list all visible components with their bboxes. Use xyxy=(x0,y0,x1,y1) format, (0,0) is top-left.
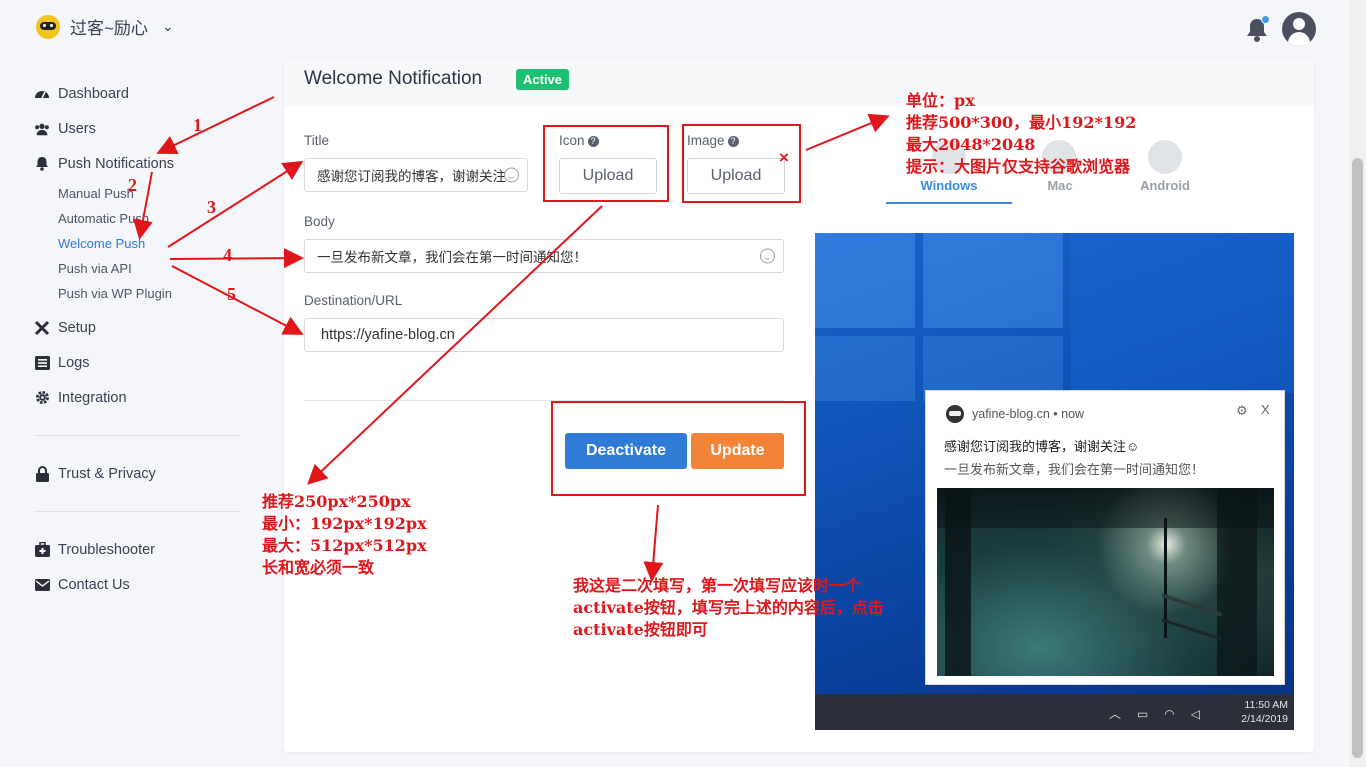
notification-title: 感谢您订阅我的博客，谢谢关注☺ xyxy=(944,439,1140,454)
brand-switcher[interactable]: 过客~励心 ⌄ xyxy=(36,14,174,39)
title-label: Title xyxy=(304,133,330,148)
status-badge: Active xyxy=(516,69,570,90)
tab-windows[interactable]: Windows xyxy=(886,178,1012,193)
brand-logo-icon xyxy=(36,14,60,39)
scrollbar-thumb[interactable] xyxy=(1352,158,1363,758)
sidebar-item-push-notifications[interactable]: Push Notifications xyxy=(34,146,244,181)
annotation-number: 1 xyxy=(193,115,202,135)
sidebar-item-trust-privacy[interactable]: Trust & Privacy xyxy=(34,456,244,491)
sidebar-divider xyxy=(34,511,240,512)
emoji-icon[interactable] xyxy=(504,167,519,183)
icon-highlight-box xyxy=(543,125,669,202)
list-icon xyxy=(34,355,50,371)
sidebar-item-label: Integration xyxy=(58,389,127,406)
taskbar-clock: 11:50 AM 2/14/2019 xyxy=(1241,699,1288,725)
notification-body: 一旦发布新文章，我们会在第一时间通知您！ xyxy=(944,462,1205,477)
title-field[interactable]: 感谢您订阅我的博客，谢谢关注 xyxy=(304,158,528,192)
sidebar-item-users[interactable]: Users xyxy=(34,111,244,146)
url-label: Destination/URL xyxy=(304,293,403,308)
sidebar-item-dashboard[interactable]: Dashboard xyxy=(34,76,244,111)
icon-size-note: 推荐250px*250px 最小：192px*192px 最大：512px*51… xyxy=(262,492,427,577)
annotation-number: 2 xyxy=(128,175,137,195)
brand-name: 过客~励心 xyxy=(70,19,148,38)
image-size-note: 单位：px 推荐500*300，最小192*192 最大2048*2048 提示… xyxy=(906,91,1137,176)
user-avatar[interactable] xyxy=(1282,12,1316,46)
tab-android[interactable]: Android xyxy=(1114,178,1216,193)
sidebar-item-integration[interactable]: Integration xyxy=(34,380,244,415)
sidebar-sub-item-welcome-push[interactable]: Welcome Push xyxy=(34,231,244,256)
page-title: Welcome Notification xyxy=(304,68,483,89)
image-highlight-box xyxy=(682,124,801,203)
android-icon xyxy=(1148,140,1182,174)
title-field-value: 感谢您订阅我的博客，谢谢关注 xyxy=(317,169,506,184)
annotation-number: 3 xyxy=(207,197,216,217)
tab-mac[interactable]: Mac xyxy=(1012,178,1108,193)
wrench-icon xyxy=(34,320,50,336)
notification-dot xyxy=(1261,15,1270,24)
sidebar: Dashboard Users Push Notifications Manua… xyxy=(34,76,244,602)
notification-preview: yafine-blog.cn • now ⚙ X 感谢您订阅我的博客，谢谢关注☺… xyxy=(925,390,1285,685)
body-field-value: 一旦发布新文章，我们会在第一时间通知您！ xyxy=(317,250,587,265)
envelope-icon xyxy=(34,577,50,593)
bell-icon xyxy=(34,156,50,172)
users-icon xyxy=(34,121,50,137)
url-field[interactable]: https://yafine-blog.cn xyxy=(304,318,784,352)
site-logo-icon xyxy=(946,405,964,423)
notification-site: yafine-blog.cn • now xyxy=(972,407,1085,421)
body-label: Body xyxy=(304,214,335,229)
body-field[interactable]: 一旦发布新文章，我们会在第一时间通知您！ xyxy=(304,239,784,273)
buttons-highlight-box xyxy=(551,401,806,496)
sidebar-item-label: Users xyxy=(58,120,96,137)
notification-bell-icon[interactable] xyxy=(1244,15,1270,44)
first-aid-icon xyxy=(34,542,50,558)
sidebar-item-logs[interactable]: Logs xyxy=(34,345,244,380)
active-tab-indicator xyxy=(886,202,1012,204)
sidebar-divider xyxy=(34,435,240,436)
sidebar-item-label: Trust & Privacy xyxy=(58,465,156,482)
gear-icon: ⚙ xyxy=(1236,403,1248,418)
notification-image xyxy=(937,488,1274,676)
sidebar-sub-item-push-via-api[interactable]: Push via API xyxy=(34,256,244,281)
gear-icon xyxy=(34,390,50,406)
sidebar-item-label: Push Notifications xyxy=(58,155,175,172)
sidebar-item-label: Logs xyxy=(58,354,90,371)
sidebar-item-label: Dashboard xyxy=(58,85,129,102)
sidebar-item-label: Troubleshooter xyxy=(58,541,155,558)
dashboard-icon xyxy=(34,86,50,102)
windows-desktop-preview: yafine-blog.cn • now ⚙ X 感谢您订阅我的博客，谢谢关注☺… xyxy=(815,233,1294,730)
emoji-icon[interactable] xyxy=(760,248,775,264)
button-instruction-note: 我这是二次填写，第一次填写应该时一个 activate按钮，填写完上述的内容后，… xyxy=(573,576,884,639)
chevron-down-icon: ⌄ xyxy=(161,18,174,34)
sidebar-item-label: Contact Us xyxy=(58,576,130,593)
annotation-number: 4 xyxy=(223,245,232,265)
sidebar-item-contact-us[interactable]: Contact Us xyxy=(34,567,244,602)
lock-icon xyxy=(34,465,50,482)
annotation-number: 5 xyxy=(227,284,236,304)
sidebar-item-label: Setup xyxy=(58,319,96,336)
close-icon: X xyxy=(1261,402,1270,417)
sidebar-item-setup[interactable]: Setup xyxy=(34,310,244,345)
sidebar-item-troubleshooter[interactable]: Troubleshooter xyxy=(34,532,244,567)
sidebar-sub-item-push-via-wp-plugin[interactable]: Push via WP Plugin xyxy=(34,281,244,306)
windows-taskbar: ︿▭◠◁ 11:50 AM 2/14/2019 xyxy=(815,694,1294,730)
system-tray-icons: ︿▭◠◁ xyxy=(1108,707,1216,721)
